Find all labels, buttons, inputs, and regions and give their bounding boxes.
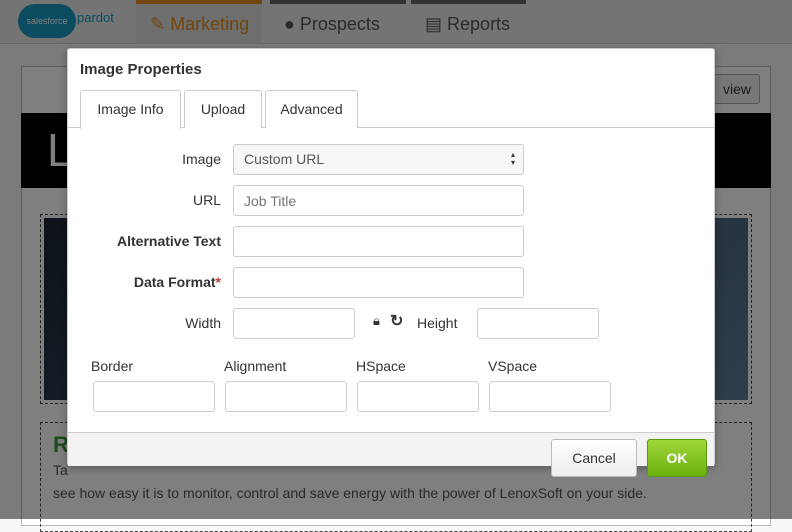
dialog-title: Image Properties <box>80 61 202 78</box>
hspace-label: HSpace <box>356 358 406 374</box>
nav-marketing[interactable]: ✎ Marketing <box>136 0 262 44</box>
cancel-button[interactable]: Cancel <box>551 439 637 477</box>
data-format-label-text: Data Format <box>133 274 216 290</box>
vspace-input[interactable] <box>489 381 611 412</box>
image-properties-dialog: Image Properties Image Info Upload Advan… <box>67 48 715 477</box>
width-input[interactable] <box>233 308 355 339</box>
height-input[interactable] <box>477 308 599 339</box>
data-format-label: Data Format* <box>88 274 221 290</box>
dialog-footer: Cancel OK <box>68 432 714 477</box>
lock-ratio-icon[interactable]: 🔒︎ <box>373 313 380 329</box>
dialog-tabs: Image Info Upload Advanced <box>68 90 714 129</box>
users-icon: ● <box>284 14 295 34</box>
top-nav: salesforce pardot ✎ Marketing ● Prospect… <box>0 0 792 44</box>
alignment-input[interactable] <box>225 381 347 412</box>
url-label: URL <box>192 192 221 208</box>
nav-prospects[interactable]: ● Prospects <box>270 0 406 44</box>
data-format-input[interactable] <box>233 267 524 298</box>
required-mark: * <box>215 274 221 290</box>
bar-chart-icon: ▤ <box>425 14 443 34</box>
nav-label: Reports <box>447 14 511 34</box>
magic-wand-icon: ✎ <box>150 14 166 34</box>
height-label: Height <box>417 315 458 331</box>
pardot-logo-text: pardot <box>77 10 114 25</box>
salesforce-logo[interactable]: salesforce <box>18 4 76 38</box>
image-select[interactable]: Custom URL <box>233 144 524 175</box>
nav-label: Prospects <box>299 14 380 34</box>
alt-text-label: Alternative Text <box>117 233 221 249</box>
border-input[interactable] <box>93 381 215 412</box>
tab-upload[interactable]: Upload <box>184 90 262 128</box>
url-input[interactable] <box>233 185 524 216</box>
reset-size-icon[interactable]: ↻ <box>390 311 403 331</box>
tab-image-info[interactable]: Image Info <box>80 90 181 129</box>
alt-text-input[interactable] <box>233 226 524 257</box>
vspace-label: VSpace <box>488 358 538 374</box>
image-select-value: Custom URL <box>244 151 325 167</box>
content-text: see how easy it is to monitor, control a… <box>53 485 647 501</box>
ok-button[interactable]: OK <box>647 439 707 477</box>
nav-reports[interactable]: ▤ Reports <box>411 0 526 44</box>
hspace-input[interactable] <box>357 381 479 412</box>
alignment-label: Alignment <box>224 358 287 374</box>
image-label: Image <box>182 151 221 167</box>
content-text-start: Ta <box>53 462 68 478</box>
nav-label: Marketing <box>170 14 250 34</box>
width-label: Width <box>185 315 221 331</box>
border-label: Border <box>91 358 134 374</box>
tab-advanced[interactable]: Advanced <box>265 90 358 128</box>
